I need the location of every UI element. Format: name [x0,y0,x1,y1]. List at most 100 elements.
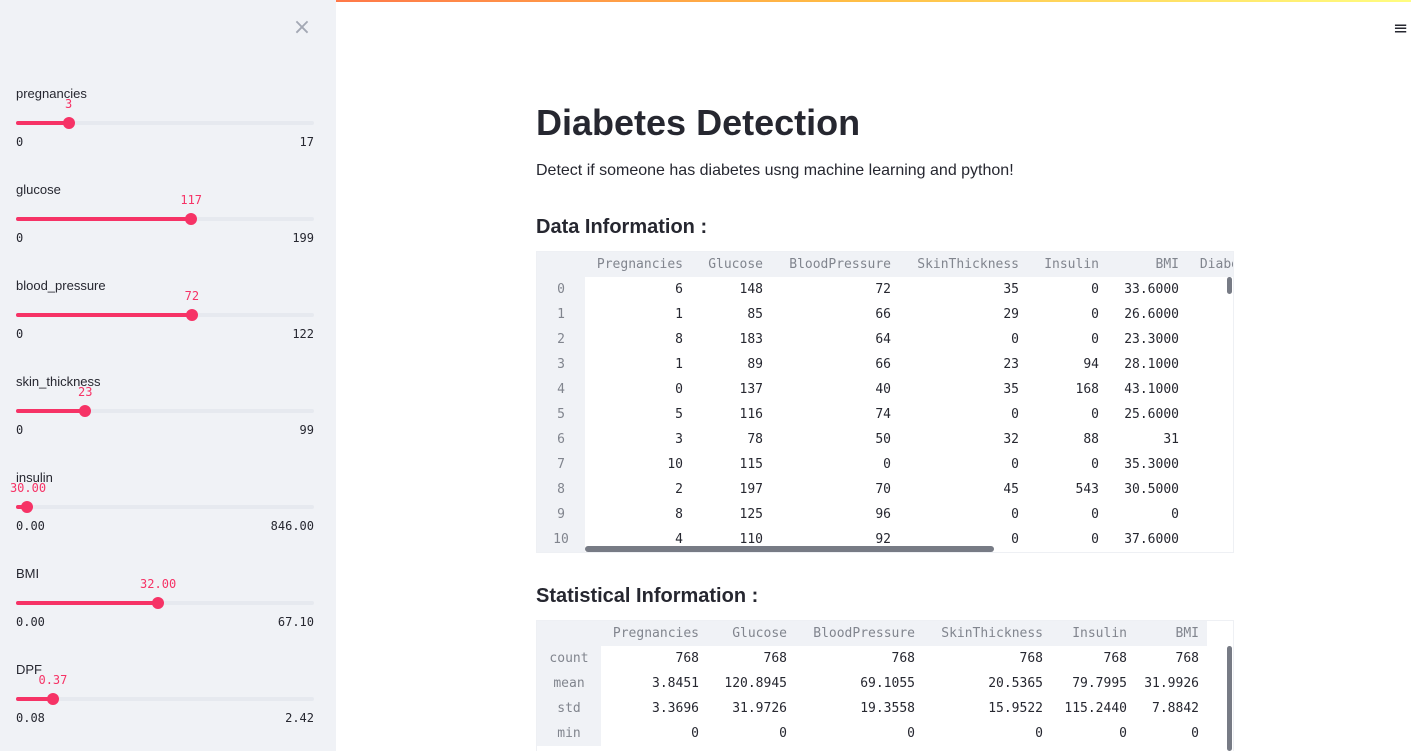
table-cell[interactable]: 3.8451 [601,671,707,696]
table-cell[interactable]: 33.6000 [1107,277,1187,302]
table-cell[interactable]: 69.1055 [795,671,923,696]
slider-track[interactable] [16,501,314,513]
slider-insulin[interactable]: insulin 30.00 0.00 846.00 [10,470,314,550]
column-header[interactable]: Glucose [707,621,795,646]
table-cell[interactable] [1187,352,1233,377]
table-cell[interactable]: 94 [1027,352,1107,377]
table-cell[interactable]: 115.2440 [1051,696,1135,721]
table-cell[interactable]: 43.1000 [1107,377,1187,402]
table-cell[interactable]: 197 [691,477,771,502]
table-cell[interactable]: 0 [601,721,707,746]
hamburger-menu-icon[interactable]: ≡ [1393,20,1411,38]
table-cell[interactable]: 768 [707,646,795,671]
close-icon[interactable]: × [292,17,312,39]
column-header[interactable]: Pregnancies [601,621,707,646]
column-header[interactable]: Glucose [691,252,771,277]
slider-thumb[interactable] [79,405,92,417]
table-cell[interactable]: 0 [1135,721,1207,746]
table-cell[interactable]: 35 [899,277,1027,302]
column-header[interactable]: SkinThickness [899,252,1027,277]
table-cell[interactable]: 6 [585,277,691,302]
table-cell[interactable]: 23.3000 [1107,327,1187,352]
slider-thumb[interactable] [185,213,198,225]
slider-pregnancies[interactable]: pregnancies 3 0 17 [16,86,314,166]
table-cell[interactable]: 8 [585,327,691,352]
table-cell[interactable]: 3 [585,427,691,452]
table-cell[interactable]: 26.6000 [1107,302,1187,327]
table-cell[interactable] [1187,302,1233,327]
table-cell[interactable] [1187,402,1233,427]
slider-track[interactable] [16,693,314,705]
table-cell[interactable]: 15.9522 [923,696,1051,721]
table-cell[interactable]: 0 [585,377,691,402]
table-cell[interactable]: 2 [585,477,691,502]
slider-bmi[interactable]: BMI 32.00 0.00 67.10 [16,566,314,646]
table-cell[interactable]: 0 [1027,452,1107,477]
table-cell[interactable]: 768 [795,646,923,671]
table-cell[interactable]: 50 [771,427,899,452]
column-header[interactable]: Pregnancies [585,252,691,277]
table-cell[interactable]: 31.9926 [1135,671,1207,696]
table-cell[interactable]: 768 [1135,646,1207,671]
table-cell[interactable] [1187,452,1233,477]
table-cell[interactable]: 37.6000 [1107,527,1187,552]
table-cell[interactable]: 137 [691,377,771,402]
table-cell[interactable]: 28.1000 [1107,352,1187,377]
table-cell[interactable] [1187,527,1233,552]
table-cell[interactable]: 0 [899,452,1027,477]
table-cell[interactable] [1187,477,1233,502]
table-cell[interactable]: 45 [899,477,1027,502]
slider-track[interactable] [16,117,314,129]
column-header[interactable]: Insulin [1051,621,1135,646]
table-cell[interactable]: 30.5000 [1107,477,1187,502]
table-cell[interactable]: 120.8945 [707,671,795,696]
table-cell[interactable] [1187,327,1233,352]
table-cell[interactable]: 0 [923,721,1051,746]
table-cell[interactable]: 0 [1027,502,1107,527]
column-header[interactable]: BloodPressure [795,621,923,646]
table-cell[interactable]: 0 [1027,277,1107,302]
data-table[interactable]: Pregnancies Glucose BloodPressure SkinThick… [536,251,1234,553]
table-cell[interactable]: 19.3558 [795,696,923,721]
table-cell[interactable]: 0 [771,452,899,477]
column-header[interactable]: Diabe [1187,252,1233,277]
column-header[interactable]: BMI [1135,621,1207,646]
table-cell[interactable]: 66 [771,352,899,377]
table-cell[interactable]: 74 [771,402,899,427]
table-cell[interactable]: 3.3696 [601,696,707,721]
column-header[interactable]: BloodPressure [771,252,899,277]
table-cell[interactable]: 0 [899,402,1027,427]
table-cell[interactable]: 96 [771,502,899,527]
table-cell[interactable]: 29 [899,302,1027,327]
table-cell[interactable]: 1 [585,302,691,327]
table-cell[interactable]: 31.9726 [707,696,795,721]
table-cell[interactable]: 0 [1027,402,1107,427]
table-cell[interactable]: 5 [585,402,691,427]
table-cell[interactable]: 64 [771,327,899,352]
table-cell[interactable] [1187,377,1233,402]
table-cell[interactable]: 7.8842 [1135,696,1207,721]
stats-table[interactable]: Pregnancies Glucose BloodPressure SkinThick… [536,620,1234,751]
table-cell[interactable]: 79.7995 [1051,671,1135,696]
slider-thumb[interactable] [152,597,165,609]
slider-dpf[interactable]: DPF 0.37 0.08 2.42 [16,662,314,742]
table-cell[interactable]: 148 [691,277,771,302]
table-cell[interactable]: 89 [691,352,771,377]
slider-track[interactable] [16,213,314,225]
slider-glucose[interactable]: glucose 117 0 199 [16,182,314,262]
column-header[interactable]: BMI [1107,252,1187,277]
table-cell[interactable]: 85 [691,302,771,327]
table-cell[interactable]: 768 [601,646,707,671]
table-cell[interactable]: 0 [1027,302,1107,327]
column-header[interactable]: Insulin [1027,252,1107,277]
slider-blood_pressure[interactable]: blood_pressure 72 0 122 [16,278,314,358]
slider-thumb[interactable] [185,309,198,321]
table-cell[interactable]: 20.5365 [923,671,1051,696]
table-cell[interactable]: 40 [771,377,899,402]
table-cell[interactable]: 66 [771,302,899,327]
table-cell[interactable]: 0 [1027,527,1107,552]
slider-thumb[interactable] [46,693,59,705]
table-cell[interactable]: 0 [795,721,923,746]
table-cell[interactable]: 0 [899,327,1027,352]
slider-track[interactable] [16,405,314,417]
